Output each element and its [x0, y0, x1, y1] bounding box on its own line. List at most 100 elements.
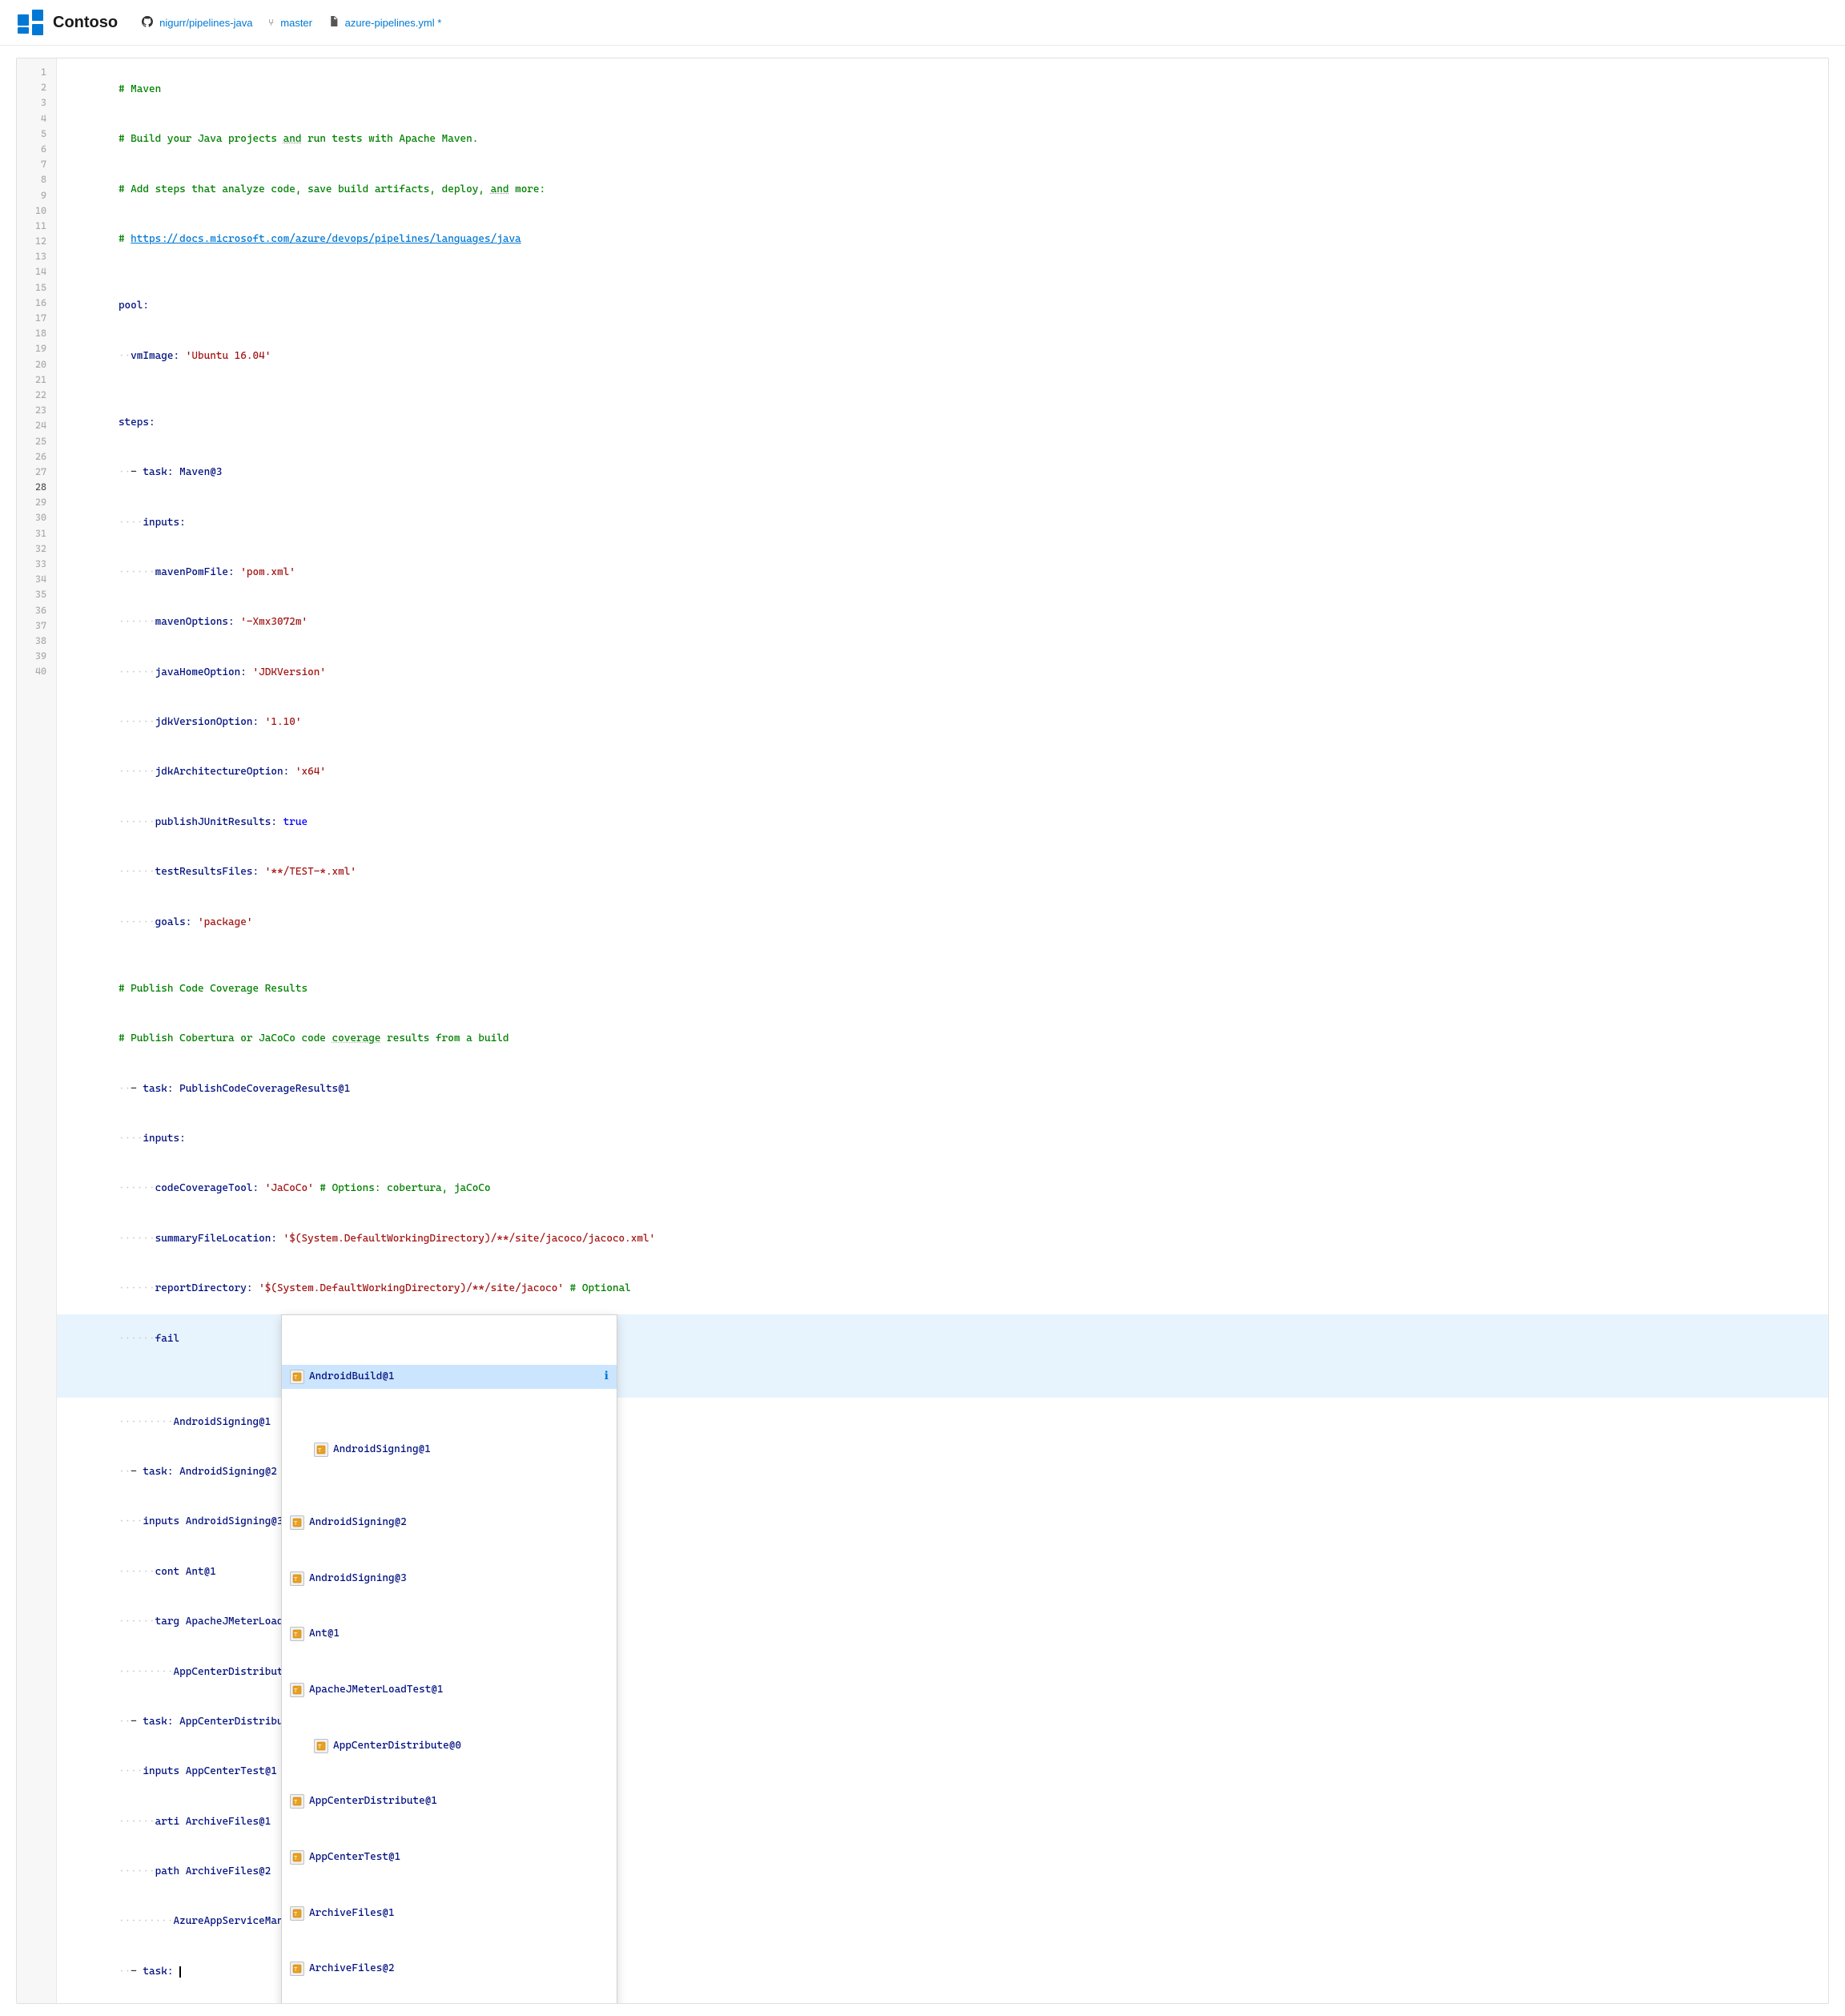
branch-link[interactable]: master: [280, 17, 312, 29]
code-line-23: ··- task: PublishCodeCoverageResults@1: [57, 1064, 1828, 1114]
line-num-27: 27: [17, 465, 56, 480]
code-line-13: ······mavenOptions: '-Xmx3072m': [57, 598, 1828, 648]
code-line-5: [57, 265, 1828, 282]
task-icon-9: T: [290, 1850, 304, 1865]
code-line-27: ······reportDirectory: '$(System.Default…: [57, 1264, 1828, 1314]
line-num-26: 26: [17, 449, 56, 465]
dropdown-item-7-label: AppCenterDistribute@0: [333, 1737, 461, 1755]
line-num-30: 30: [17, 510, 56, 525]
dropdown-item-3[interactable]: T AndroidSigning@2: [282, 1511, 617, 1534]
dropdown-item-5-label: Ant@1: [309, 1625, 340, 1643]
repo-link[interactable]: nigurr/pipelines-java: [159, 17, 252, 29]
autocomplete-dropdown[interactable]: T AndroidBuild@1 ℹ T AndroidSigning@1: [281, 1314, 617, 2004]
file-icon: [328, 16, 339, 29]
dropdown-item-4[interactable]: T AndroidSigning@3: [282, 1567, 617, 1590]
svg-text:T: T: [318, 1744, 322, 1750]
task-icon-10: T: [290, 1906, 304, 1921]
task-icon-2: T: [314, 1443, 328, 1457]
info-icon-1[interactable]: ℹ: [605, 1367, 609, 1386]
cursor: [179, 1966, 181, 1978]
svg-text:T: T: [294, 1800, 298, 1805]
line-num-12: 12: [17, 234, 56, 249]
svg-text:T: T: [294, 1856, 298, 1861]
code-line-20: [57, 948, 1828, 964]
task-icon-5: T: [290, 1627, 304, 1641]
line-num-11: 11: [17, 219, 56, 234]
svg-text:T: T: [294, 1912, 298, 1917]
task-icon-3: T: [290, 1515, 304, 1530]
line-num-22: 22: [17, 388, 56, 403]
file-link[interactable]: azure-pipelines.yml *: [345, 17, 442, 29]
code-line-8: [57, 381, 1828, 398]
dropdown-item-5[interactable]: T Ant@1: [282, 1623, 617, 1645]
dropdown-item-6[interactable]: T ApacheJMeterLoadTest@1: [282, 1679, 617, 1701]
line-num-3: 3: [17, 95, 56, 111]
dropdown-item-2-label: AndroidSigning@1: [333, 1441, 431, 1459]
code-line-18: ······testResultsFiles: '**/TEST-*.xml': [57, 847, 1828, 897]
code-line-10: ··- task: Maven@3: [57, 448, 1828, 497]
line-num-24: 24: [17, 418, 56, 433]
line-num-33: 33: [17, 557, 56, 572]
line-num-16: 16: [17, 296, 56, 311]
line-num-40: 40: [17, 664, 56, 679]
line-num-28: 28: [17, 480, 56, 495]
line-num-25: 25: [17, 434, 56, 449]
code-area[interactable]: 1 2 3 4 5 6 7 8 9 10 11 12 13 14 15 16 1…: [17, 58, 1828, 2003]
line-num-10: 10: [17, 203, 56, 219]
line-num-20: 20: [17, 357, 56, 372]
logo-area: Contoso: [16, 8, 118, 37]
line-num-31: 31: [17, 526, 56, 541]
dropdown-item-3-label: AndroidSigning@2: [309, 1514, 407, 1531]
code-line-28: ······fail T AndroidBuild@1 ℹ T: [57, 1314, 1828, 1398]
svg-text:T: T: [294, 1688, 298, 1694]
dropdown-item-4-label: AndroidSigning@3: [309, 1570, 407, 1587]
line-num-19: 19: [17, 341, 56, 356]
dropdown-item-8[interactable]: T AppCenterDistribute@1: [282, 1790, 617, 1813]
code-line-26: ······summaryFileLocation: '$(System.Def…: [57, 1214, 1828, 1264]
line-num-1: 1: [17, 65, 56, 80]
line-num-5: 5: [17, 127, 56, 142]
task-icon-6: T: [290, 1683, 304, 1697]
code-line-25: ······codeCoverageTool: 'JaCoCo' # Optio…: [57, 1165, 1828, 1214]
task-icon-7: T: [314, 1739, 328, 1753]
dropdown-item-9-label: AppCenterTest@1: [309, 1849, 400, 1866]
line-num-17: 17: [17, 311, 56, 326]
dropdown-item-11-label: ArchiveFiles@2: [309, 1960, 395, 1978]
dropdown-item-8-label: AppCenterDistribute@1: [309, 1793, 437, 1810]
dropdown-item-1-label: AndroidBuild@1: [309, 1368, 395, 1386]
code-line-3: # Add steps that analyze code, save buil…: [57, 165, 1828, 215]
code-line-11: ····inputs:: [57, 498, 1828, 548]
code-line-22: # Publish Cobertura or JaCoCo code cover…: [57, 1014, 1828, 1064]
svg-text:T: T: [294, 1967, 298, 1973]
dropdown-item-10[interactable]: T ArchiveFiles@1: [282, 1902, 617, 1925]
code-line-19: ······goals: 'package': [57, 898, 1828, 948]
app-logo-icon: [16, 8, 45, 37]
line-num-8: 8: [17, 172, 56, 187]
line-num-32: 32: [17, 541, 56, 557]
editor-container: 1 2 3 4 5 6 7 8 9 10 11 12 13 14 15 16 1…: [16, 58, 1829, 2004]
task-icon-4: T: [290, 1571, 304, 1586]
line-num-14: 14: [17, 264, 56, 280]
code-line-9: steps:: [57, 398, 1828, 448]
line-num-38: 38: [17, 634, 56, 649]
code-line-12: ······mavenPomFile: 'pom.xml': [57, 548, 1828, 598]
app-title: Contoso: [53, 14, 118, 32]
line-num-21: 21: [17, 372, 56, 388]
code-line-7: ··vmImage: 'Ubuntu 16.04': [57, 332, 1828, 381]
code-line-17: ······publishJUnitResults: true: [57, 798, 1828, 847]
line-num-6: 6: [17, 142, 56, 157]
code-lines[interactable]: # Maven # Build your Java projects and r…: [57, 58, 1828, 2003]
breadcrumb: nigurr/pipelines-java ⑂ master azure-pip…: [142, 16, 441, 30]
line-num-2: 2: [17, 80, 56, 95]
task-icon-11: T: [290, 1962, 304, 1976]
code-line-16: ······jdkArchitectureOption: 'x64': [57, 748, 1828, 798]
code-line-14: ······javaHomeOption: 'JDKVersion': [57, 648, 1828, 698]
dropdown-item-7[interactable]: T AppCenterDistribute@0: [282, 1735, 617, 1757]
dropdown-item-11[interactable]: T ArchiveFiles@2: [282, 1958, 617, 1980]
line-num-35: 35: [17, 587, 56, 602]
dropdown-item-9[interactable]: T AppCenterTest@1: [282, 1846, 617, 1869]
dropdown-item-2[interactable]: T AndroidSigning@1: [282, 1439, 617, 1461]
task-icon-1: T: [290, 1370, 304, 1384]
dropdown-item-1[interactable]: T AndroidBuild@1 ℹ: [282, 1365, 617, 1389]
code-line-21: # Publish Code Coverage Results: [57, 964, 1828, 1014]
